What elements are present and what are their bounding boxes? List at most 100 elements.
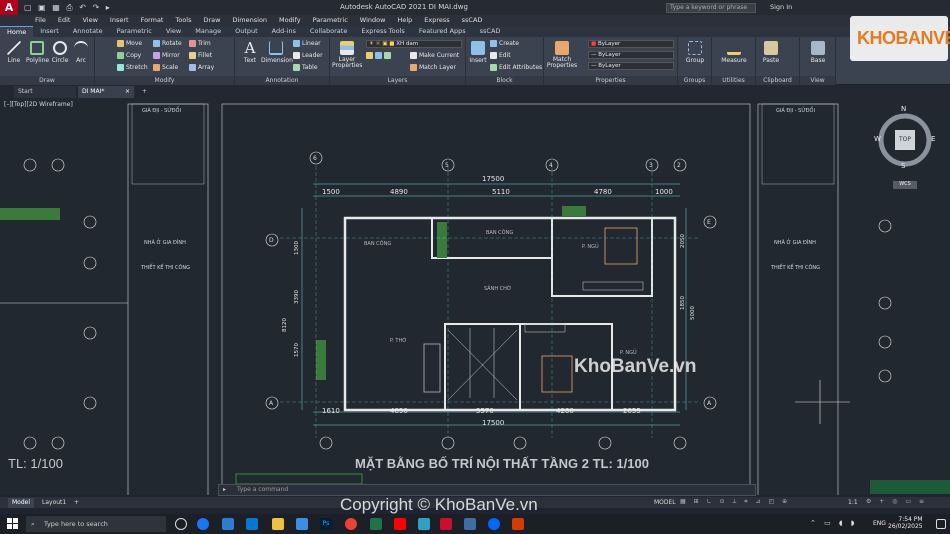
tab-layout1[interactable]: Layout1 [38, 498, 70, 508]
menu-item-insert[interactable]: Insert [104, 15, 135, 26]
menu-item-dimension[interactable]: Dimension [226, 15, 273, 26]
menu-item-format[interactable]: Format [135, 15, 170, 26]
status-toggle-icons[interactable]: ▦ ⊞ ∟ ⊙ ⟂ ⌗ ⊿ ◰ ⊕ [680, 498, 790, 506]
taskbar-search-input[interactable]: ⌕ Type here to search [26, 516, 166, 532]
photos-icon[interactable] [296, 518, 308, 530]
menu-item-express[interactable]: Express [418, 15, 455, 26]
autocad-taskbar-icon[interactable] [440, 518, 452, 530]
annotation-group-label[interactable]: Annotation [235, 76, 329, 85]
menu-item-edit[interactable]: Edit [52, 15, 77, 26]
layer-dropdown[interactable]: ☀ ☼ ▣ ■ XH dam [366, 40, 462, 48]
dimension-tool[interactable]: Dimension [261, 41, 293, 64]
measure-tool[interactable]: Measure [716, 41, 752, 64]
menu-item-draw[interactable]: Draw [198, 15, 227, 26]
view-group-label[interactable]: View [800, 76, 835, 85]
viewcube-west[interactable]: W [874, 135, 881, 143]
block-group-label[interactable]: Block [466, 76, 543, 85]
fillet-tool[interactable]: Fillet [189, 52, 212, 59]
ribbon-tab-parametric[interactable]: Parametric [110, 26, 159, 37]
array-tool[interactable]: Array [189, 64, 214, 71]
ribbon-tab-view[interactable]: View [159, 26, 188, 37]
move-tool[interactable]: Move [117, 40, 142, 47]
drawing-canvas[interactable]: MẶT BẰNG BỐ TRÍ NỘI THẤT TẦNG 2 TL: 1/10… [0, 98, 950, 495]
tab-start[interactable]: Start [14, 86, 76, 98]
clipboard-group-label[interactable]: Clipboard [756, 76, 799, 85]
annotation-scale[interactable]: 1:1 [848, 499, 858, 506]
groups-group-label[interactable]: Groups [678, 76, 711, 85]
app-icon[interactable] [418, 518, 430, 530]
new-tab-icon[interactable]: + [138, 86, 150, 98]
line-tool[interactable]: Line [4, 41, 24, 64]
ribbon-tab-insert[interactable]: Insert [33, 26, 66, 37]
copy-tool[interactable]: Copy [117, 52, 141, 59]
make-current-tool[interactable]: Make Current [410, 52, 459, 59]
viewcube-east[interactable]: E [931, 135, 935, 143]
quick-access-toolbar[interactable]: ▢ ▣ ▦ ⎙ ↶ ↷ ▸ [24, 3, 112, 13]
viewcube-south[interactable]: S [901, 162, 905, 170]
rotate-tool[interactable]: Rotate [153, 40, 182, 47]
facebook-icon[interactable] [197, 518, 209, 530]
insert-tool[interactable]: Insert [468, 41, 488, 64]
file-explorer-icon[interactable] [272, 518, 284, 530]
linetype-dropdown[interactable]: — ByLayer [588, 62, 674, 70]
ribbon-tab-collaborate[interactable]: Collaborate [303, 26, 354, 37]
close-tab-icon[interactable]: × [125, 86, 134, 98]
youtube-icon[interactable] [394, 518, 406, 530]
edit-block-tool[interactable]: Edit [490, 52, 511, 59]
paste-tool[interactable]: Paste [760, 41, 782, 64]
ribbon-tab-manage[interactable]: Manage [188, 26, 228, 37]
base-tool[interactable]: Base [804, 41, 832, 64]
arc-tool[interactable]: Arc [72, 41, 90, 64]
lineweight-dropdown[interactable]: — ByLayer [588, 51, 674, 59]
remote-icon[interactable] [464, 518, 476, 530]
autocad-logo-icon[interactable]: A [0, 0, 18, 15]
sign-in-link[interactable]: Sign In [770, 3, 792, 11]
edge-icon[interactable] [222, 518, 234, 530]
menu-item-window[interactable]: Window [354, 15, 392, 26]
table-tool[interactable]: Table [293, 64, 318, 71]
circle-tool[interactable]: Circle [50, 41, 70, 64]
wcs-menu[interactable]: WCS [893, 181, 917, 189]
task-view-icon[interactable] [175, 518, 187, 530]
ribbon-tab-add-ins[interactable]: Add-ins [265, 26, 303, 37]
draw-group-label[interactable]: Draw [0, 76, 94, 85]
ribbon-tab-express-tools[interactable]: Express Tools [354, 26, 411, 37]
color-dropdown[interactable]: ■ ByLayer [588, 40, 674, 48]
model-space-toggle[interactable]: MODEL [654, 499, 676, 506]
menu-item-modify[interactable]: Modify [273, 15, 307, 26]
menu-item-tools[interactable]: Tools [169, 15, 197, 26]
photoshop-icon[interactable]: Ps [320, 518, 332, 530]
layers-group-label[interactable]: Layers [330, 76, 465, 85]
layer-tools-row[interactable] [366, 52, 393, 59]
viewcube-top-label[interactable]: TOP [899, 136, 911, 143]
excel-icon[interactable] [370, 518, 382, 530]
viewcube-north[interactable]: N [901, 105, 906, 113]
layer-properties-tool[interactable]: Layer Properties [332, 41, 362, 69]
ribbon-tab-featured-apps[interactable]: Featured Apps [412, 26, 473, 37]
zalo-icon[interactable] [488, 518, 500, 530]
match-properties-tool[interactable]: Match Properties [546, 41, 578, 69]
system-tray-icons[interactable]: ⌃ ▭ ◖ ◗ [810, 519, 858, 527]
status-settings-icons[interactable]: ⚙ + ◎ ▭ ≡ [866, 498, 927, 505]
trim-tool[interactable]: Trim [189, 40, 211, 47]
match-layer-tool[interactable]: Match Layer [410, 64, 456, 71]
properties-group-label[interactable]: Properties [544, 76, 677, 85]
ribbon-tab-sscad[interactable]: ssCAD [473, 26, 508, 37]
search-input[interactable]: Type a keyword or phrase [666, 3, 756, 13]
text-tool[interactable]: A Text [239, 39, 261, 64]
edit-attributes-tool[interactable]: Edit Attributes [490, 64, 542, 71]
ribbon-tab-home[interactable]: Home [0, 26, 34, 37]
mirror-tool[interactable]: Mirror [153, 52, 180, 59]
menu-item-file[interactable]: File [29, 15, 52, 26]
group-tool[interactable]: Group [680, 41, 710, 64]
notification-icon[interactable] [936, 519, 946, 529]
menu-item-sscad[interactable]: ssCAD [456, 15, 489, 26]
add-layout-icon[interactable]: + [70, 498, 83, 508]
language-indicator[interactable]: ENG [873, 520, 886, 527]
modify-group-label[interactable]: Modify [95, 76, 234, 85]
powerpoint-icon[interactable] [512, 518, 524, 530]
linear-tool[interactable]: Linear [293, 40, 321, 47]
windows-start-icon[interactable] [7, 518, 19, 530]
tab-di-mai[interactable]: DI MAI* × [78, 86, 134, 98]
utilities-group-label[interactable]: Utilities [712, 76, 755, 85]
